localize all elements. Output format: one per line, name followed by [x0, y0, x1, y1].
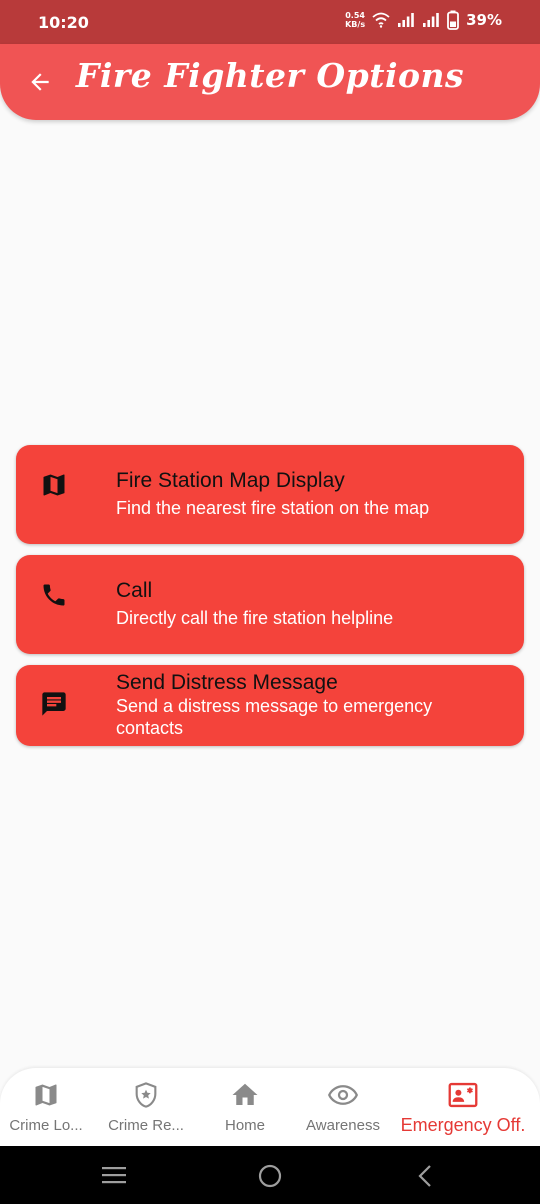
status-icons: 0.54 KB/s 39%	[345, 10, 502, 30]
network-speed-value: 0.54	[345, 11, 365, 20]
nav-label: Crime Re...	[108, 1117, 184, 1134]
nav-item-awareness[interactable]: Awareness	[293, 1080, 393, 1134]
option-send-distress-message[interactable]: Send Distress Message Send a distress me…	[16, 665, 524, 746]
map-icon	[35, 1084, 57, 1106]
option-title: Call	[116, 579, 153, 602]
status-bar: 10:20 0.54 KB/s 39%	[0, 0, 540, 44]
option-fire-station-map[interactable]: Fire Station Map Display Find the neares…	[16, 445, 524, 544]
signal-icon-1	[398, 13, 414, 27]
option-call[interactable]: Call Directly call the fire station help…	[16, 555, 524, 654]
page-title: Fire Fighter Options	[75, 56, 465, 95]
network-speed-unit: KB/s	[345, 20, 366, 29]
status-time: 10:20	[38, 13, 89, 32]
bottom-navigation: Crime Lo... Crime Re... Home Awareness E…	[0, 1068, 540, 1146]
option-text: Send Distress Message Send a distress me…	[116, 671, 504, 739]
nav-label: Awareness	[306, 1117, 380, 1134]
option-title: Fire Station Map Display	[116, 469, 345, 492]
battery-icon	[447, 10, 459, 30]
nav-label: Emergency Off.	[400, 1115, 526, 1135]
system-navigation-bar	[0, 1146, 540, 1204]
shield-star-icon	[135, 1082, 157, 1108]
nav-item-emergency-officers[interactable]: Emergency Off.	[401, 1080, 525, 1136]
eye-icon	[328, 1085, 358, 1105]
option-subtitle: Send a distress message to emergency con…	[116, 696, 433, 738]
option-title: Send Distress Message	[116, 671, 338, 694]
recent-apps-button[interactable]	[100, 1163, 128, 1187]
nav-label: Crime Lo...	[9, 1117, 83, 1134]
option-subtitle: Directly call the fire station helpline	[116, 608, 394, 628]
back-nav-button[interactable]	[414, 1163, 436, 1189]
contact-emergency-icon	[448, 1082, 478, 1108]
option-text: Call Directly call the fire station help…	[116, 578, 504, 629]
network-speed: 0.54 KB/s	[345, 11, 365, 29]
message-icon	[42, 692, 66, 716]
home-button[interactable]	[257, 1163, 283, 1189]
nav-item-crime-reports[interactable]: Crime Re...	[96, 1080, 196, 1134]
battery-percent: 39%	[466, 11, 502, 29]
nav-item-home[interactable]: Home	[195, 1080, 295, 1134]
option-text: Fire Station Map Display Find the neares…	[116, 468, 504, 519]
signal-icon-2	[423, 13, 439, 27]
map-icon	[43, 474, 65, 496]
home-icon	[232, 1083, 258, 1105]
nav-item-crime-locations[interactable]: Crime Lo...	[0, 1080, 96, 1134]
app-bar: Fire Fighter Options	[0, 44, 540, 120]
option-subtitle: Find the nearest fire station on the map	[116, 498, 430, 518]
phone-icon	[43, 584, 65, 606]
wifi-icon	[372, 12, 390, 28]
options-list: Fire Station Map Display Find the neares…	[16, 445, 524, 757]
nav-label: Home	[224, 1117, 265, 1134]
